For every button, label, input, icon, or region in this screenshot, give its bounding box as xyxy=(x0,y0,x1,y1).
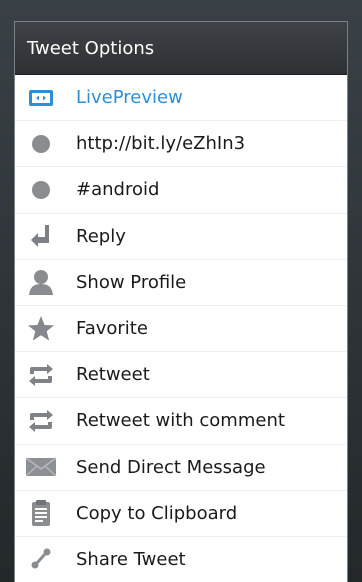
link-dot-icon xyxy=(24,129,58,159)
menu-item-show-profile[interactable]: Show Profile xyxy=(15,260,347,306)
clipboard-icon xyxy=(24,498,58,528)
tweet-options-dialog: Tweet Options LivePreview http://bit.ly/… xyxy=(14,21,348,582)
retweet-icon xyxy=(24,360,58,390)
hashtag-dot-icon xyxy=(24,175,58,205)
menu-item-label: Copy to Clipboard xyxy=(76,502,238,524)
menu-item-share-tweet[interactable]: Share Tweet xyxy=(15,537,347,582)
menu-item-send-direct-message[interactable]: Send Direct Message xyxy=(15,445,347,491)
menu-item-livepreview[interactable]: LivePreview xyxy=(15,75,347,122)
menu-item-hashtag[interactable]: #android xyxy=(15,167,347,214)
profile-icon xyxy=(24,267,58,297)
menu-item-label: Show Profile xyxy=(76,271,187,293)
menu-item-label: Favorite xyxy=(76,318,148,340)
menu-item-label: Share Tweet xyxy=(76,548,186,570)
menu-item-reply[interactable]: Reply xyxy=(15,214,347,260)
retweet-comment-icon xyxy=(24,406,58,436)
menu-item-label: Reply xyxy=(76,225,126,247)
live-preview-icon xyxy=(24,83,58,113)
envelope-icon xyxy=(24,452,58,482)
menu-item-favorite[interactable]: Favorite xyxy=(15,306,347,353)
menu-item-label: Send Direct Message xyxy=(76,456,266,478)
options-menu: LivePreview http://bit.ly/eZhIn3 #androi… xyxy=(15,75,347,582)
share-icon xyxy=(24,544,58,574)
menu-item-link[interactable]: http://bit.ly/eZhIn3 xyxy=(15,121,347,168)
menu-item-copy-to-clipboard[interactable]: Copy to Clipboard xyxy=(15,491,347,537)
menu-item-label: Retweet xyxy=(76,364,150,386)
reply-icon xyxy=(24,221,58,251)
menu-item-label: Retweet with comment xyxy=(76,410,285,432)
star-icon xyxy=(24,314,58,344)
menu-item-label: LivePreview xyxy=(76,87,183,109)
menu-item-label: #android xyxy=(76,179,160,201)
dialog-title: Tweet Options xyxy=(15,22,347,75)
menu-item-label: http://bit.ly/eZhIn3 xyxy=(76,133,246,155)
menu-item-retweet-with-comment[interactable]: Retweet with comment xyxy=(15,398,347,445)
menu-item-retweet[interactable]: Retweet xyxy=(15,352,347,399)
